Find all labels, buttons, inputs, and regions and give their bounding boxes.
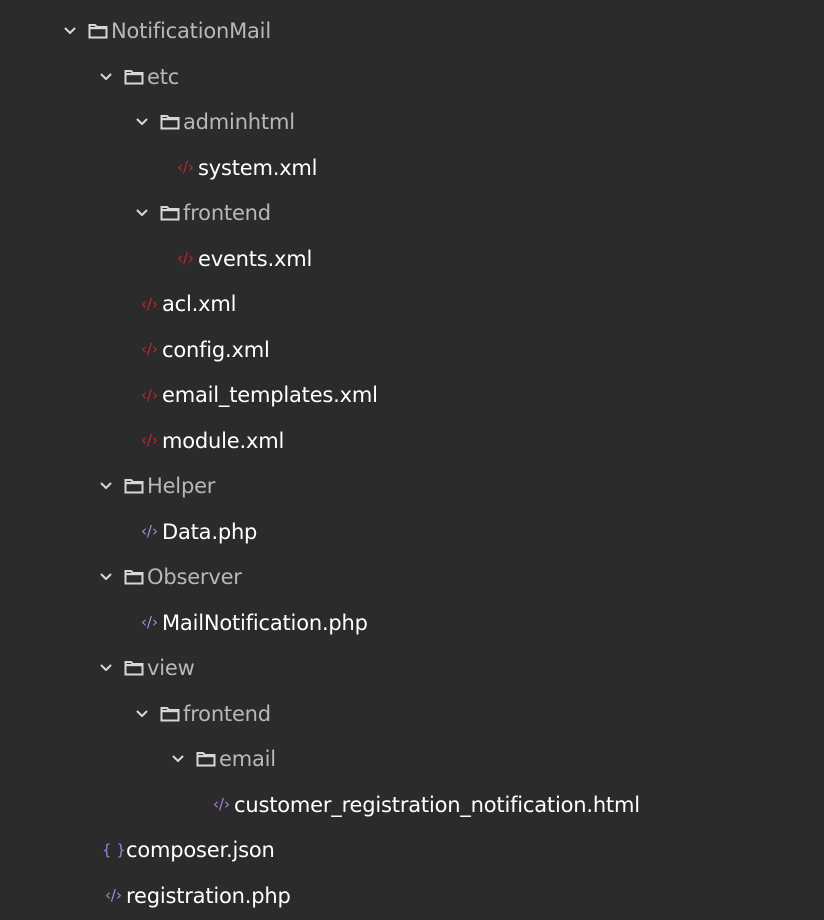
chevron-down-icon[interactable] (100, 662, 112, 674)
file-label: acl.xml (162, 292, 237, 316)
tree-folder-email[interactable]: email (0, 736, 276, 782)
xml-icon: ‹/› (140, 340, 158, 358)
tree-folder-view[interactable]: view (0, 645, 195, 691)
folder-label: view (147, 656, 195, 680)
xml-icon: ‹/› (176, 158, 194, 176)
tree-folder-etc[interactable]: etc (0, 54, 179, 100)
chevron-down-icon[interactable] (64, 25, 76, 37)
tree-folder-adminhtml[interactable]: adminhtml (0, 99, 295, 145)
file-label: email_templates.xml (162, 383, 378, 407)
php-icon: ‹/› (140, 613, 158, 631)
chevron-down-icon[interactable] (100, 571, 112, 583)
folder-label: frontend (183, 701, 271, 726)
tree-folder-observer[interactable]: Observer (0, 554, 242, 600)
tree-file-acl-xml[interactable]: ‹/› acl.xml (0, 281, 237, 327)
folder-icon (124, 478, 144, 494)
folder-label: NotificationMail (111, 19, 271, 43)
file-label: config.xml (162, 337, 270, 362)
tree-file-config-xml[interactable]: ‹/› config.xml (0, 327, 270, 373)
folder-icon (124, 660, 144, 676)
xml-icon: ‹/› (140, 385, 158, 404)
file-label: system.xml (198, 155, 318, 180)
folder-icon (196, 751, 216, 767)
folder-icon (124, 69, 144, 85)
tree-file-registration-php[interactable]: ‹/› registration.php (0, 873, 291, 919)
folder-icon (160, 706, 180, 722)
html-icon: ‹/› (212, 795, 230, 813)
tree-folder-notificationmail[interactable]: NotificationMail (0, 8, 271, 54)
chevron-down-icon[interactable] (136, 116, 148, 128)
folder-label: email (219, 747, 276, 771)
project-file-tree: NotificationMail etc adminhtml ‹/› system.xm… (0, 0, 824, 920)
chevron-down-icon[interactable] (100, 71, 112, 83)
tree-file-customer-registration-notification-html[interactable]: ‹/› customer_registration_notification.ht… (0, 782, 640, 828)
php-icon: ‹/› (140, 522, 158, 540)
file-label: events.xml (198, 246, 313, 271)
tree-folder-frontend-etc[interactable]: frontend (0, 190, 271, 236)
tree-file-system-xml[interactable]: ‹/› system.xml (0, 145, 318, 191)
folder-label: Helper (147, 474, 216, 498)
file-label: module.xml (162, 428, 285, 453)
folder-icon (160, 114, 180, 130)
php-icon: ‹/› (104, 886, 122, 904)
folder-label: etc (147, 64, 180, 89)
tree-file-composer-json[interactable]: { } composer.json (0, 827, 275, 873)
file-label: composer.json (126, 838, 275, 862)
xml-icon: ‹/› (176, 249, 194, 267)
folder-label: adminhtml (183, 110, 295, 134)
chevron-down-icon[interactable] (172, 753, 184, 765)
file-label: registration.php (126, 883, 291, 908)
file-label: Data.php (162, 519, 258, 544)
tree-folder-frontend-view[interactable]: frontend (0, 691, 271, 737)
json-icon: { } (102, 840, 126, 859)
chevron-down-icon[interactable] (100, 480, 112, 492)
folder-label: frontend (183, 201, 271, 225)
xml-icon: ‹/› (140, 294, 158, 313)
folder-icon (88, 23, 108, 39)
chevron-down-icon[interactable] (136, 207, 148, 219)
tree-folder-helper[interactable]: Helper (0, 463, 215, 509)
tree-file-mailnotification-php[interactable]: ‹/› MailNotification.php (0, 600, 368, 646)
tree-file-module-xml[interactable]: ‹/› module.xml (0, 418, 284, 464)
tree-file-data-php[interactable]: ‹/› Data.php (0, 509, 257, 555)
tree-file-events-xml[interactable]: ‹/› events.xml (0, 236, 312, 282)
folder-label: Observer (147, 565, 242, 589)
folder-icon (124, 569, 144, 585)
file-label: customer_registration_notification.html (234, 792, 640, 817)
folder-icon (160, 205, 180, 221)
file-label: MailNotification.php (162, 610, 368, 635)
tree-file-email-templates-xml[interactable]: ‹/› email_templates.xml (0, 372, 378, 418)
xml-icon: ‹/› (140, 431, 158, 449)
chevron-down-icon[interactable] (136, 708, 148, 720)
